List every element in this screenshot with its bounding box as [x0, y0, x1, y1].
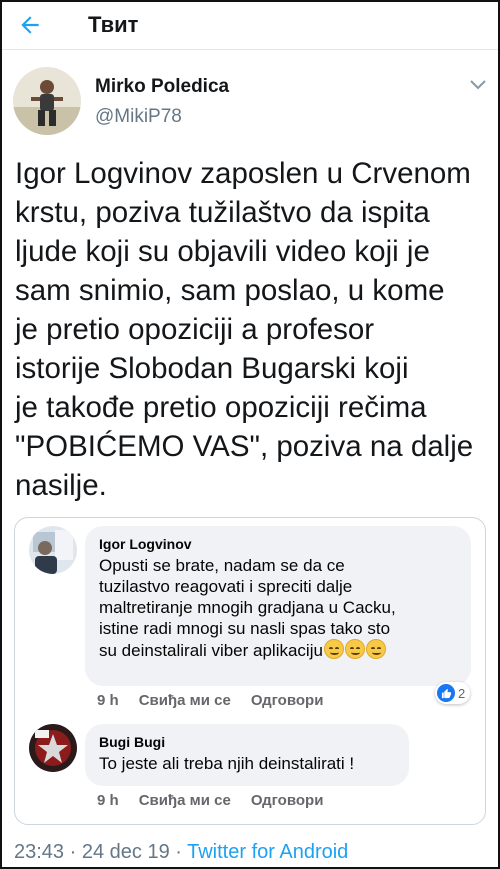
- smiling-face-emoji-icon: [323, 639, 344, 659]
- comment-line: maltretiranje mnogih gradjana u Cacku,: [99, 598, 396, 617]
- tweet-line: krstu, poziva tužilaštvo da ispita: [15, 196, 430, 229]
- tweet-line: sam snimio, sam poslao, u kome: [15, 274, 445, 307]
- author-name[interactable]: Mirko Poledica: [95, 76, 229, 98]
- tweet-line: istorije Slobodan Bugarski koji: [15, 352, 409, 385]
- reply-link[interactable]: Одговори: [251, 792, 324, 809]
- comment-time: 9 h: [97, 792, 119, 809]
- tweet-time: 23:43: [14, 841, 65, 863]
- tweet-line: nasilje.: [15, 469, 107, 502]
- comment-actions: 9 h Свиђа ми се Одговори: [97, 792, 323, 809]
- tweet-text: Igor Logvinov zaposlen u Crvenom krstu, …: [15, 154, 491, 505]
- commenter-avatar: [29, 724, 77, 772]
- smiling-face-emoji-icon: [344, 639, 365, 659]
- comment-bubble: Bugi Bugi To jeste ali treba njih deinst…: [85, 724, 409, 786]
- page-title: Твит: [88, 11, 139, 37]
- like-link[interactable]: Свиђа ми се: [139, 692, 231, 709]
- header-divider: [2, 49, 498, 50]
- comment-time: 9 h: [97, 692, 119, 709]
- tweet-date: 24 dec 19: [81, 841, 170, 863]
- tweet-line: je pretio opoziciji a profesor: [15, 313, 375, 346]
- comment-line: istine radi mnogi su nasli spas tako sto: [99, 619, 391, 638]
- more-options-button[interactable]: [468, 80, 488, 96]
- comment-line: To jeste ali treba njih deinstalirati !: [99, 754, 355, 773]
- commenter-name[interactable]: Bugi Bugi: [99, 734, 397, 750]
- avatar[interactable]: [13, 67, 81, 135]
- top-bar: Твит: [2, 2, 498, 47]
- author-handle[interactable]: @MikiP78: [95, 106, 182, 128]
- separator: ·: [169, 841, 188, 863]
- tweet-line: ljude koji su objavili video koji je: [15, 235, 430, 268]
- avatar-photo: [13, 67, 81, 135]
- tweet-media-card[interactable]: Igor Logvinov Opusti se brate, nadam se …: [14, 517, 486, 825]
- comment-line: tuzilastvo reagovati i spreciti dalje: [99, 577, 353, 596]
- reaction-count: 2: [458, 685, 466, 701]
- comment-actions: 9 h Свиђа ми се Одговори: [97, 692, 323, 709]
- comment-line-text: su deinstalirali viber aplikaciju: [99, 641, 323, 660]
- commenter-avatar: [29, 526, 77, 574]
- tweet-line: Igor Logvinov zaposlen u Crvenom: [15, 157, 471, 190]
- tweet-line: "POBIĆEMO VAS", poziva na dalje: [15, 430, 474, 463]
- separator: ·: [64, 841, 82, 863]
- commenter-name[interactable]: Igor Logvinov: [99, 536, 459, 552]
- tweet-source-link[interactable]: Twitter for Android: [187, 841, 348, 863]
- arrow-left-icon: [21, 15, 39, 34]
- smiling-face-emoji-icon: [365, 639, 386, 659]
- comment-bubble: Igor Logvinov Opusti se brate, nadam se …: [85, 526, 471, 686]
- comment-line: Opusti se brate, nadam se da ce: [99, 556, 345, 575]
- reaction-count-badge[interactable]: 2: [435, 682, 471, 704]
- back-button[interactable]: [2, 2, 58, 47]
- tweet-meta: 23:43 · 24 dec 19 · Twitter for Android: [14, 841, 348, 864]
- comment-line: su deinstalirali viber aplikaciju: [99, 639, 459, 661]
- thumbs-up-icon: [437, 684, 455, 702]
- tweet-line: je takođe pretio opoziciji rečima: [15, 391, 427, 424]
- like-link[interactable]: Свиђа ми се: [139, 792, 231, 809]
- chevron-down-icon: [470, 80, 486, 90]
- reply-link[interactable]: Одговори: [251, 692, 324, 709]
